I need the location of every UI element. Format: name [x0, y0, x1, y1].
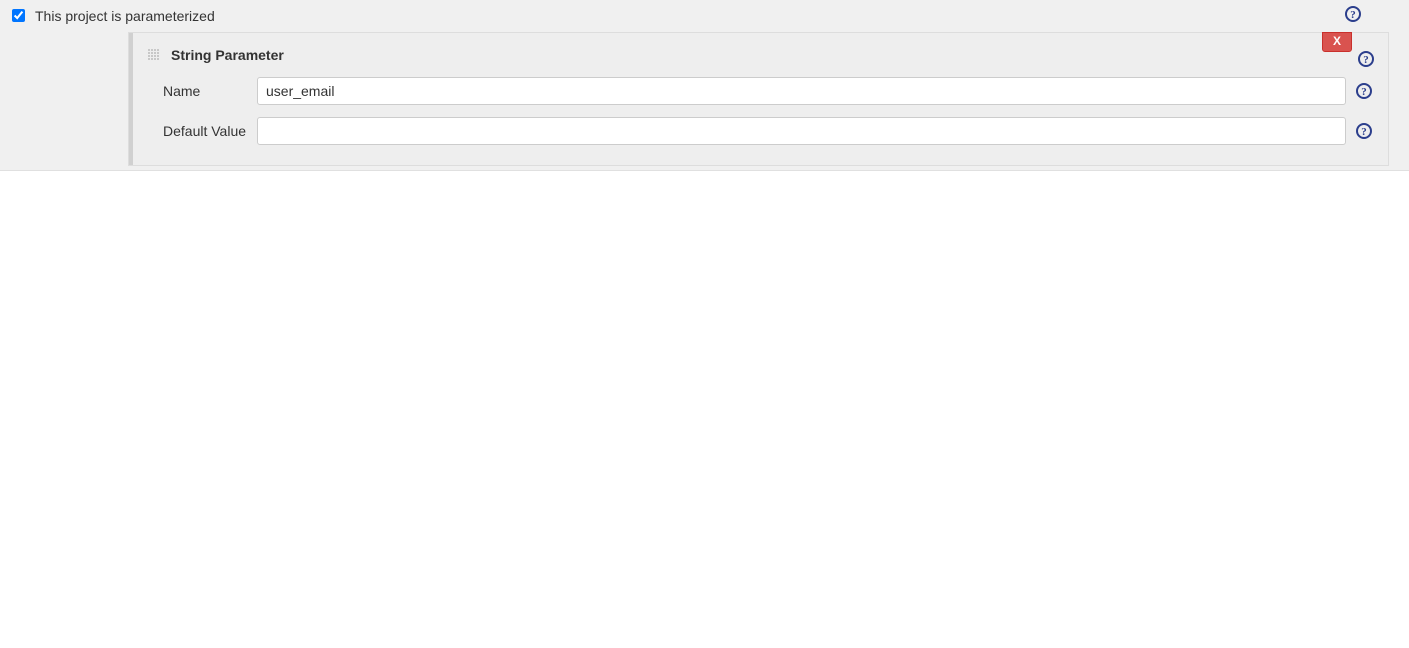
svg-text:?: ? — [1363, 54, 1369, 66]
drag-bar[interactable] — [129, 33, 133, 165]
default-value-input[interactable] — [257, 117, 1346, 145]
parameterized-label: This project is parameterized — [35, 8, 1397, 24]
help-icon[interactable]: ? — [1358, 51, 1374, 67]
parameter-type-title: String Parameter — [171, 47, 1376, 63]
drag-handle-icon[interactable] — [147, 48, 161, 62]
help-icon[interactable]: ? — [1356, 83, 1372, 99]
help-icon[interactable]: ? — [1345, 6, 1361, 22]
svg-text:?: ? — [1361, 86, 1367, 98]
default-value-field-label: Default Value — [163, 123, 257, 139]
name-field-label: Name — [163, 83, 257, 99]
help-icon[interactable]: ? — [1356, 123, 1372, 139]
name-input[interactable] — [257, 77, 1346, 105]
string-parameter-block: X — [128, 32, 1389, 166]
parameterized-checkbox[interactable] — [12, 9, 25, 22]
svg-text:?: ? — [1350, 9, 1356, 21]
svg-text:?: ? — [1361, 126, 1367, 138]
